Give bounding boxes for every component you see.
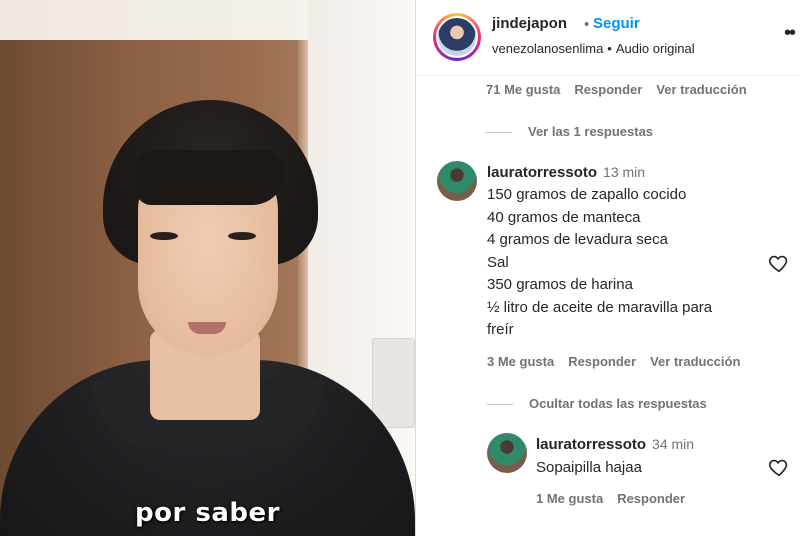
comment-meta: 3 Me gusta Responder Ver traducción (487, 354, 754, 369)
heart-outline-icon[interactable] (768, 252, 790, 274)
comments-panel: jindejapon • Seguir venezolanosenlima • Au… (415, 0, 800, 536)
person-mouth (188, 322, 226, 334)
reply-header: lauratorressoto 34 min (536, 436, 694, 453)
comment-header: lauratorressoto 13 min (487, 164, 645, 181)
reply-avatar[interactable] (487, 433, 527, 473)
comment-avatar[interactable] (437, 161, 477, 201)
hide-replies-button[interactable]: Ocultar todas las respuestas (487, 396, 707, 411)
prev-likes[interactable]: 71 Me gusta (486, 82, 560, 97)
reply-likes[interactable]: 1 Me gusta (536, 491, 603, 506)
person-eye-left (150, 232, 178, 240)
reply-username[interactable]: lauratorressoto (536, 436, 646, 453)
view-replies-label: Ver las 1 respuestas (528, 124, 654, 139)
prev-comment-meta: 71 Me gusta Responder Ver traducción (486, 82, 761, 97)
comment-translate-button[interactable]: Ver traducción (650, 354, 740, 369)
audio-link[interactable]: Audio original (616, 41, 695, 56)
view-replies-button[interactable]: Ver las 1 respuestas (486, 124, 653, 139)
prev-reply-button[interactable]: Responder (574, 82, 642, 97)
background-appliance (372, 338, 415, 428)
comment-username[interactable]: lauratorressoto (487, 164, 597, 181)
reply-time: 34 min (652, 436, 695, 452)
comment-time: 13 min (603, 164, 646, 180)
header-separator: • (584, 16, 590, 33)
comment-reply-button[interactable]: Responder (568, 354, 636, 369)
video-subtitle: por saber (135, 498, 280, 528)
person-eye-right (228, 232, 256, 240)
reply-text: Sopaipilla hajaa (536, 459, 642, 476)
post-header: jindejapon • Seguir venezolanosenlima • Au… (416, 0, 800, 76)
location-link[interactable]: venezolanosenlima (492, 41, 603, 56)
header-subline: venezolanosenlima • Audio original (492, 41, 695, 56)
heart-outline-icon[interactable] (768, 456, 790, 478)
prev-translate-button[interactable]: Ver traducción (656, 82, 746, 97)
author-avatar[interactable] (433, 13, 481, 61)
author-username[interactable]: jindejapon (492, 15, 567, 32)
hide-replies-label: Ocultar todas las respuestas (529, 396, 707, 411)
comment-text: 150 gramos de zapallo cocido 40 gramos d… (487, 186, 713, 338)
reply-reply-button[interactable]: Responder (617, 491, 685, 506)
reply-meta: 1 Me gusta Responder (536, 491, 699, 506)
person-hair-fringe (135, 150, 285, 205)
follow-button[interactable]: Seguir (593, 15, 640, 32)
video-player[interactable]: por saber (0, 0, 415, 536)
more-options-icon[interactable]: •• (784, 22, 796, 45)
comment-likes[interactable]: 3 Me gusta (487, 354, 554, 369)
subline-separator: • (607, 41, 612, 56)
